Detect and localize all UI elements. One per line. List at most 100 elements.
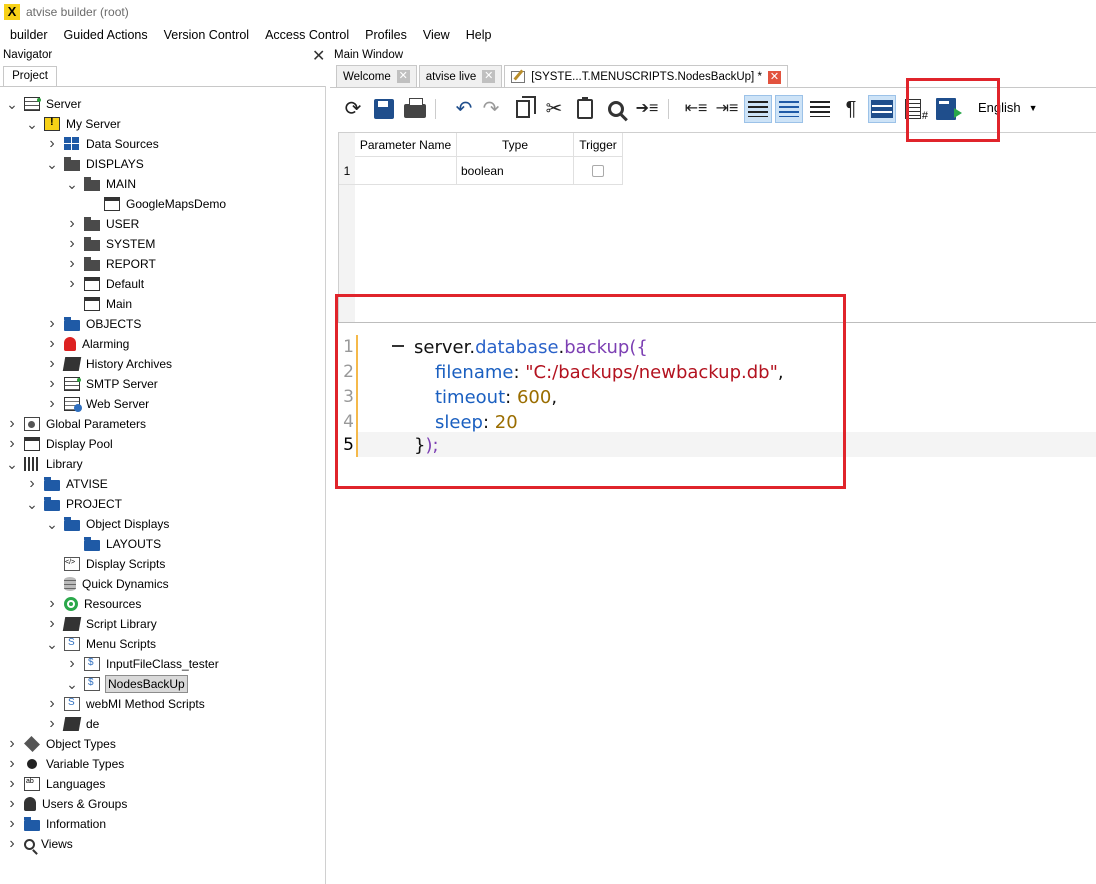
chevron-right-icon[interactable]: › bbox=[66, 255, 78, 273]
chevron-right-icon[interactable]: › bbox=[46, 315, 58, 333]
chevron-right-icon[interactable]: › bbox=[6, 815, 18, 833]
chevron-right-icon[interactable]: › bbox=[6, 835, 18, 853]
chevron-right-icon[interactable]: › bbox=[46, 695, 58, 713]
tree-item-resources[interactable]: › Resources bbox=[0, 594, 326, 614]
tree-item-menu-scripts[interactable]: ⌄ Menu Scripts bbox=[0, 634, 326, 654]
pilcrow-icon[interactable]: ¶ bbox=[838, 96, 864, 122]
tree-item-default[interactable]: › Default bbox=[0, 274, 326, 294]
menu-guided-actions[interactable]: Guided Actions bbox=[56, 28, 156, 42]
fold-collapse-icon[interactable] bbox=[392, 345, 404, 347]
tree-item-global-parameters[interactable]: › Global Parameters bbox=[0, 414, 326, 434]
trigger-checkbox[interactable] bbox=[592, 165, 604, 177]
chevron-down-icon[interactable]: ⌄ bbox=[66, 177, 78, 191]
language-select[interactable]: English ▼ bbox=[978, 100, 1038, 115]
menu-version-control[interactable]: Version Control bbox=[156, 28, 257, 42]
column-header-trigger[interactable]: Trigger bbox=[574, 133, 623, 157]
chevron-right-icon[interactable]: › bbox=[6, 735, 18, 753]
chevron-right-icon[interactable]: › bbox=[46, 395, 58, 413]
chevron-right-icon[interactable]: › bbox=[46, 595, 58, 613]
chevron-down-icon[interactable]: ⌄ bbox=[66, 677, 78, 691]
chevron-right-icon[interactable]: › bbox=[46, 375, 58, 393]
tree-item-variable-types[interactable]: › Variable Types bbox=[0, 754, 326, 774]
tab-project[interactable]: Project bbox=[3, 66, 57, 86]
menu-help[interactable]: Help bbox=[458, 28, 500, 42]
save-icon[interactable] bbox=[371, 96, 397, 122]
chevron-down-icon[interactable]: ⌄ bbox=[46, 157, 58, 171]
copy-icon[interactable] bbox=[510, 96, 536, 122]
tree-item-googlemapsdemo[interactable]: GoogleMapsDemo bbox=[0, 194, 326, 214]
tree-item-nodesbackup[interactable]: ⌄ NodesBackUp bbox=[0, 674, 326, 694]
word-wrap-icon[interactable] bbox=[744, 95, 772, 123]
navigator-close-icon[interactable]: ✕ bbox=[312, 46, 325, 66]
tree-item-user[interactable]: › USER bbox=[0, 214, 326, 234]
tree-item-displays[interactable]: ⌄ DISPLAYS bbox=[0, 154, 326, 174]
chevron-right-icon[interactable]: › bbox=[46, 355, 58, 373]
find-icon[interactable] bbox=[603, 96, 629, 122]
chevron-right-icon[interactable]: › bbox=[6, 775, 18, 793]
tree-item-script-library[interactable]: › Script Library bbox=[0, 614, 326, 634]
goto-line-icon[interactable]: ➔≡ bbox=[634, 96, 660, 122]
chevron-right-icon[interactable]: › bbox=[26, 475, 38, 493]
tree-item-webmi-method-scripts[interactable]: › webMI Method Scripts bbox=[0, 694, 326, 714]
tree-item-object-types[interactable]: › Object Types bbox=[0, 734, 326, 754]
undo-icon[interactable]: ↶ bbox=[451, 96, 477, 122]
redo-icon[interactable]: ↷ bbox=[478, 96, 504, 122]
chevron-right-icon[interactable]: › bbox=[6, 435, 18, 453]
tree-item-languages[interactable]: › Languages bbox=[0, 774, 326, 794]
tree-item-atvise[interactable]: › ATVISE bbox=[0, 474, 326, 494]
parameter-type-cell[interactable]: boolean bbox=[457, 157, 574, 185]
chevron-right-icon[interactable]: › bbox=[66, 275, 78, 293]
tab-atvise-live[interactable]: atvise live ✕ bbox=[418, 65, 503, 87]
chevron-right-icon[interactable]: › bbox=[46, 615, 58, 633]
tree-item-users-groups[interactable]: › Users & Groups bbox=[0, 794, 326, 814]
run-script-icon[interactable] bbox=[933, 96, 962, 122]
tree-item-main[interactable]: ⌄ MAIN bbox=[0, 174, 326, 194]
menu-access-control[interactable]: Access Control bbox=[257, 28, 357, 42]
chevron-right-icon[interactable]: › bbox=[46, 335, 58, 353]
cut-icon[interactable]: ✂ bbox=[541, 96, 567, 122]
tree-item-inputfileclass-tester[interactable]: › InputFileClass_tester bbox=[0, 654, 326, 674]
menu-profiles[interactable]: Profiles bbox=[357, 28, 415, 42]
tree-item-project[interactable]: ⌄ PROJECT bbox=[0, 494, 326, 514]
tree-item-my-server[interactable]: ⌄ My Server bbox=[0, 114, 326, 134]
tree-item-server[interactable]: ⌄ Server bbox=[0, 94, 326, 114]
tree-item-objects[interactable]: › OBJECTS bbox=[0, 314, 326, 334]
column-header-parameter-name[interactable]: Parameter Name bbox=[355, 133, 457, 157]
chevron-right-icon[interactable]: › bbox=[66, 655, 78, 673]
chevron-right-icon[interactable]: › bbox=[6, 415, 18, 433]
print-icon[interactable] bbox=[402, 96, 428, 122]
chevron-right-icon[interactable]: › bbox=[66, 215, 78, 233]
tree-item-information[interactable]: › Information bbox=[0, 814, 326, 834]
line-numbers-icon[interactable] bbox=[900, 96, 928, 122]
chevron-right-icon[interactable]: › bbox=[66, 235, 78, 253]
table-view-icon[interactable] bbox=[868, 95, 896, 123]
lines-icon[interactable] bbox=[807, 96, 833, 122]
unindent-icon[interactable]: ⇤≡ bbox=[683, 96, 709, 122]
chevron-down-icon[interactable]: ⌄ bbox=[26, 117, 38, 131]
numbered-list-icon[interactable] bbox=[775, 95, 803, 123]
parameter-name-cell[interactable] bbox=[355, 157, 457, 185]
chevron-right-icon[interactable]: › bbox=[6, 795, 18, 813]
chevron-down-icon[interactable]: ⌄ bbox=[6, 97, 18, 111]
tree-item-history-archives[interactable]: › History Archives bbox=[0, 354, 326, 374]
tab-welcome[interactable]: Welcome ✕ bbox=[336, 65, 417, 87]
paste-icon[interactable] bbox=[572, 96, 598, 122]
chevron-right-icon[interactable]: › bbox=[46, 715, 58, 733]
tree-item-main[interactable]: Main bbox=[0, 294, 326, 314]
tree-item-system[interactable]: › SYSTEM bbox=[0, 234, 326, 254]
tree-item-report[interactable]: › REPORT bbox=[0, 254, 326, 274]
chevron-down-icon[interactable]: ⌄ bbox=[46, 517, 58, 531]
tree-item-web-server[interactable]: › Web Server bbox=[0, 394, 326, 414]
code-editor[interactable]: 1 2 3 4 5 server.database.backup({ filen… bbox=[338, 333, 1096, 884]
tab-nodes-backup-script[interactable]: [SYSTE...T.MENUSCRIPTS.NodesBackUp] * ✕ bbox=[504, 65, 788, 88]
tree-item-library[interactable]: ⌄ Library bbox=[0, 454, 326, 474]
indent-icon[interactable]: ⇥≡ bbox=[714, 96, 740, 122]
menu-view[interactable]: View bbox=[415, 28, 458, 42]
tree-item-data-sources[interactable]: › Data Sources bbox=[0, 134, 326, 154]
chevron-down-icon[interactable]: ⌄ bbox=[46, 637, 58, 651]
tree-item-display-pool[interactable]: › Display Pool bbox=[0, 434, 326, 454]
chevron-right-icon[interactable]: › bbox=[6, 755, 18, 773]
tree-item-display-scripts[interactable]: Display Scripts bbox=[0, 554, 326, 574]
tree-item-layouts[interactable]: LAYOUTS bbox=[0, 534, 326, 554]
close-tab-icon[interactable]: ✕ bbox=[482, 70, 496, 83]
